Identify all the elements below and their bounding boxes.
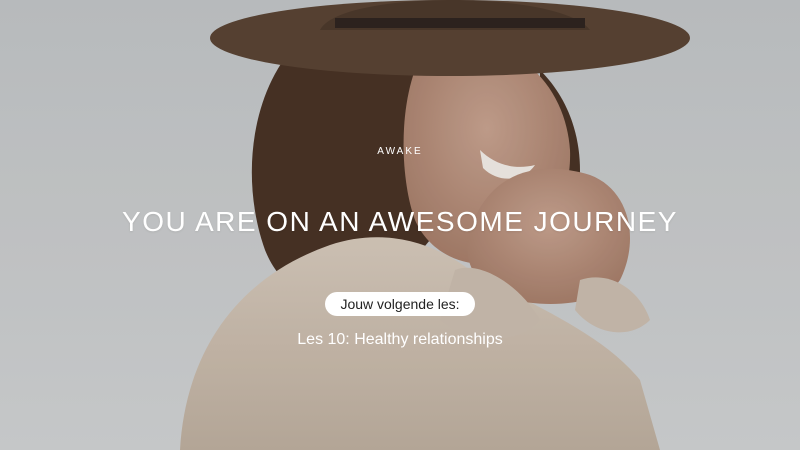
hero-banner: AWAKE YOU ARE ON AN AWESOME JOURNEY Jouw… bbox=[0, 0, 800, 450]
next-lesson-label[interactable]: Jouw volgende les: bbox=[325, 292, 475, 316]
next-lesson-title-link[interactable]: Les 10: Healthy relationships bbox=[0, 331, 800, 349]
brand-logo: AWAKE bbox=[377, 146, 423, 157]
hero-headline: YOU ARE ON AN AWESOME JOURNEY bbox=[122, 206, 678, 237]
